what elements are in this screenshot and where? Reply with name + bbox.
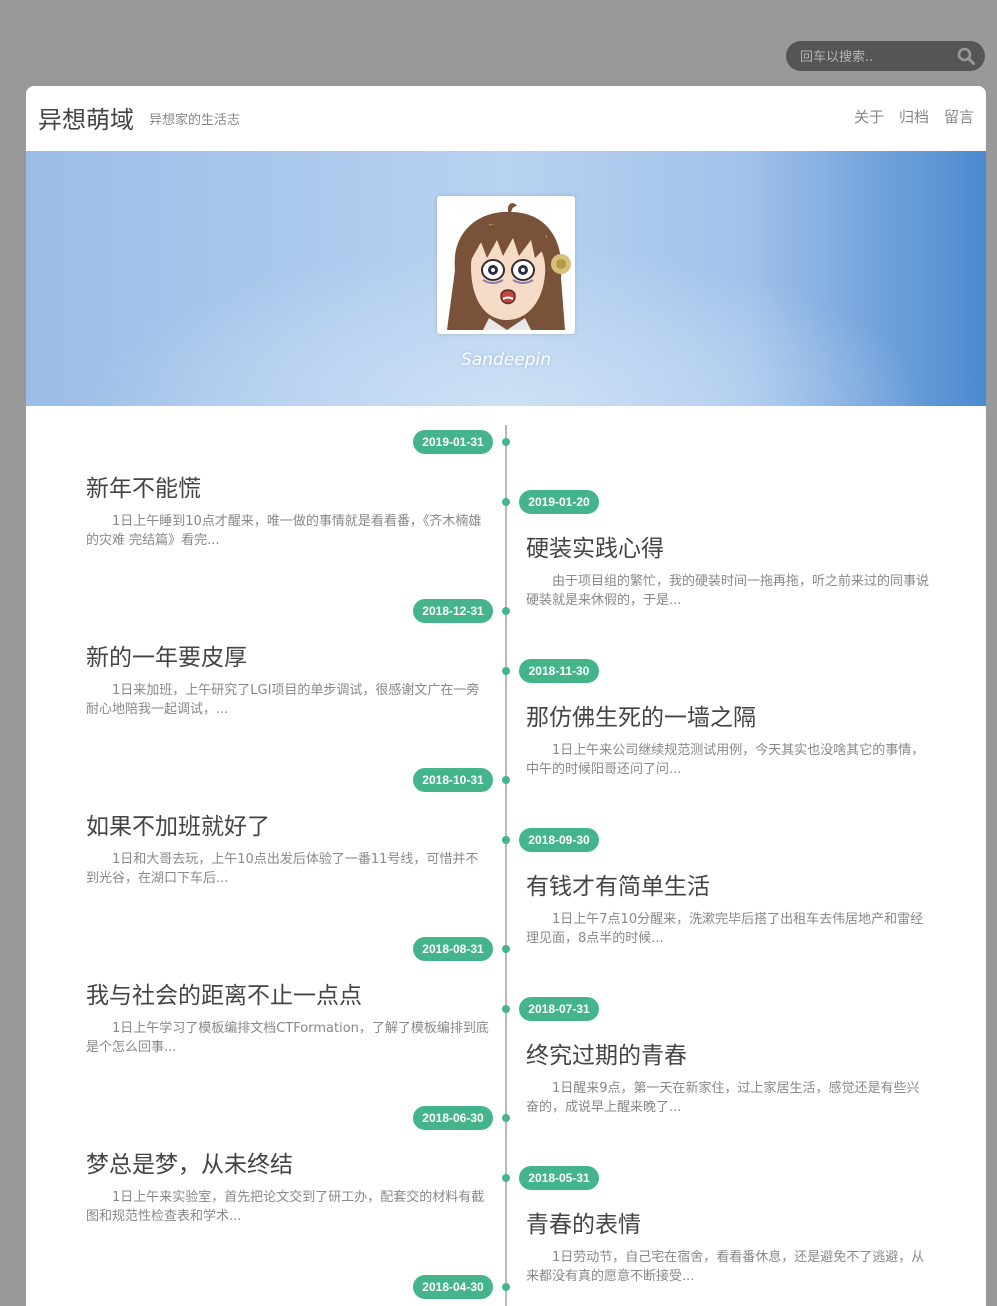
nav-guestbook[interactable]: 留言 bbox=[944, 106, 974, 127]
timeline-dot bbox=[502, 836, 510, 844]
post-date-badge: 2018-10-31 bbox=[413, 768, 493, 792]
post-excerpt: 1日上午学习了模板编排文档CTFormation，了解了模板编排到底是个怎么回事… bbox=[86, 1021, 489, 1055]
timeline-dot bbox=[502, 945, 510, 953]
post-excerpt: 1日上午来公司继续规范测试用例，今天其实也没啥其它的事情，中午的时候阳哥还问了问… bbox=[526, 743, 925, 777]
post-title[interactable]: 终究过期的青春 bbox=[526, 1036, 936, 1070]
post-date-badge: 2018-06-30 bbox=[413, 1106, 493, 1130]
post-excerpt: 由于项目组的繁忙，我的硬装时间一拖再拖，听之前来过的同事说硬装就是来休假的，于是… bbox=[526, 574, 930, 608]
search-input[interactable] bbox=[798, 46, 952, 68]
post-excerpt: 1日上午来实验室，首先把论文交到了研工办，配套交的材料有截图和规范性检查表和学术… bbox=[86, 1190, 485, 1224]
post-date-badge: 2018-09-30 bbox=[519, 828, 599, 852]
post-title[interactable]: 硬装实践心得 bbox=[526, 529, 936, 563]
post-date-badge: 2018-04-30 bbox=[413, 1275, 493, 1299]
post-date-badge: 2018-07-31 bbox=[519, 997, 599, 1021]
avatar-image bbox=[441, 200, 571, 330]
main-nav: 关于 归档 留言 bbox=[854, 106, 974, 127]
timeline-dot bbox=[502, 607, 510, 615]
post-title[interactable]: 如果不加班就好了 bbox=[86, 807, 496, 841]
post-timeline: 2019-01-31 新年不能慌 1日上午睡到10点才醒来，唯一做的事情就是看看… bbox=[26, 406, 986, 1306]
avatar[interactable] bbox=[437, 196, 575, 334]
post-title[interactable]: 新的一年要皮厚 bbox=[86, 638, 496, 672]
timeline-dot bbox=[502, 498, 510, 506]
timeline-dot bbox=[502, 438, 510, 446]
search-box[interactable] bbox=[786, 41, 985, 71]
author-name[interactable]: Sandeepin bbox=[406, 350, 606, 370]
site-title[interactable]: 异想萌域 bbox=[38, 100, 134, 135]
timeline-dot bbox=[502, 1283, 510, 1291]
post-excerpt: 1日上午睡到10点才醒来，唯一做的事情就是看看番，《齐木楠雄的灾难 完结篇》看完… bbox=[86, 514, 482, 548]
post-date-badge: 2018-08-31 bbox=[413, 937, 493, 961]
timeline-dot bbox=[502, 1114, 510, 1122]
site-subtitle: 异想家的生活志 bbox=[149, 113, 241, 128]
nav-archive[interactable]: 归档 bbox=[899, 106, 929, 127]
post-excerpt: 1日上午7点10分醒来，洗漱完毕后搭了出租车去伟居地产和雷经理见面，8点半的时候… bbox=[526, 912, 924, 946]
timeline-dot bbox=[502, 1005, 510, 1013]
post-date-badge: 2019-01-31 bbox=[413, 430, 493, 454]
post-excerpt: 1日醒来9点，第一天在新家住，过上家居生活，感觉还是有些兴奋的，成说早上醒来晚了… bbox=[526, 1081, 920, 1115]
site-header: 异想萌域 异想家的生活志 关于 归档 留言 bbox=[26, 86, 986, 151]
post-title[interactable]: 有钱才有简单生活 bbox=[526, 867, 936, 901]
post-title[interactable]: 梦总是梦，从未终结 bbox=[86, 1145, 496, 1179]
nav-about[interactable]: 关于 bbox=[854, 106, 884, 127]
timeline-dot bbox=[502, 776, 510, 784]
search-icon[interactable] bbox=[957, 47, 975, 65]
timeline-dot bbox=[502, 667, 510, 675]
post-date-badge: 2018-11-30 bbox=[519, 659, 599, 683]
timeline-dot bbox=[502, 1174, 510, 1182]
post-title[interactable]: 青春的表情 bbox=[526, 1205, 936, 1239]
profile-banner: Sandeepin bbox=[26, 151, 986, 406]
main-card: 异想萌域 异想家的生活志 关于 归档 留言 Sandeepin 2019-01-… bbox=[26, 86, 986, 1306]
post-date-badge: 2018-05-31 bbox=[519, 1166, 599, 1190]
post-title[interactable]: 我与社会的距离不止一点点 bbox=[86, 976, 496, 1010]
post-excerpt: 1日和大哥去玩，上午10点出发后体验了一番11号线，可惜并不到光谷，在湖口下车后… bbox=[86, 852, 479, 886]
post-title[interactable]: 新年不能慌 bbox=[86, 469, 496, 503]
post-date-badge: 2018-12-31 bbox=[413, 599, 493, 623]
post-date-badge: 2019-01-20 bbox=[519, 490, 599, 514]
post-excerpt: 1日来加班，上午研究了LGI项目的单步调试，很感谢文广在一旁耐心地陪我一起调试，… bbox=[86, 683, 480, 717]
post-title[interactable]: 那仿佛生死的一墙之隔 bbox=[526, 698, 936, 732]
post-excerpt: 1日劳动节，自己宅在宿舍，看看番休息，还是避免不了逃避，从来都没有真的愿意不断接… bbox=[526, 1250, 925, 1284]
